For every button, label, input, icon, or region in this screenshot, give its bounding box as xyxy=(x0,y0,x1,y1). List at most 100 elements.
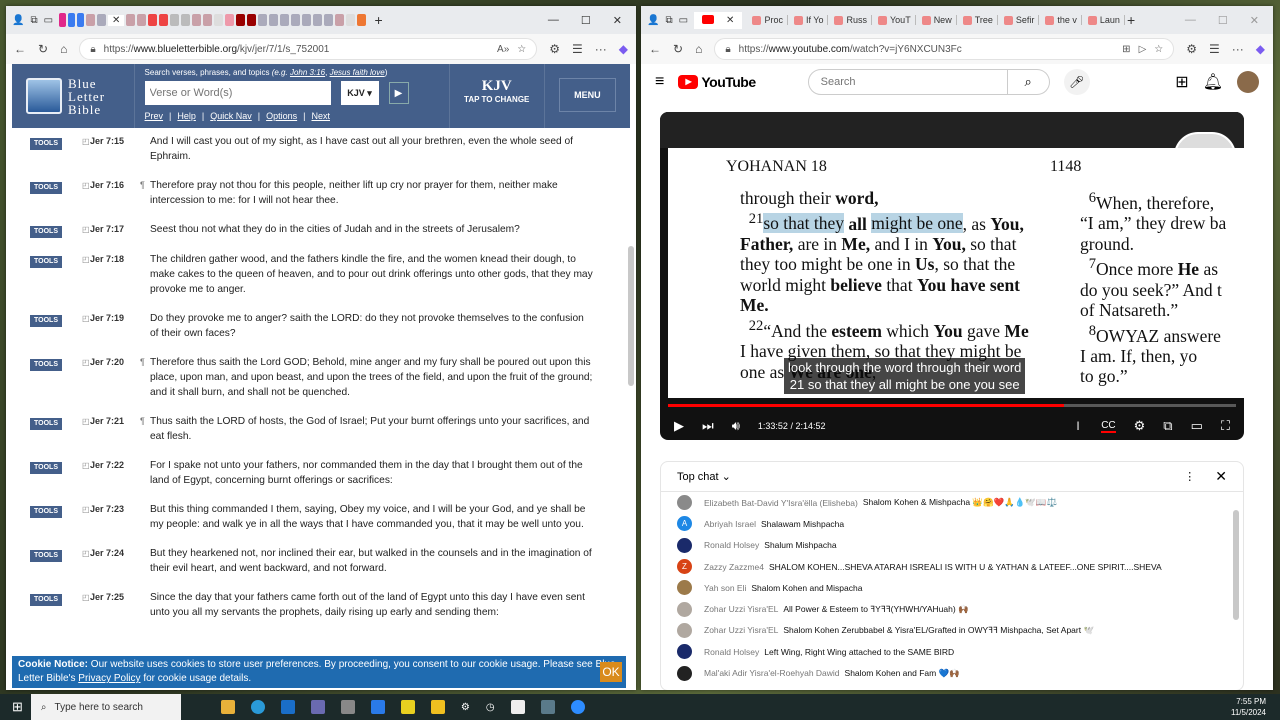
version-select[interactable]: KJV ▾ xyxy=(340,81,379,105)
chat-author[interactable]: Zohar Uzzi Yisra'EL xyxy=(704,604,778,614)
theater-mode-icon[interactable]: ▭ xyxy=(1191,418,1203,434)
chat-author[interactable]: Ronald Holsey xyxy=(704,540,759,550)
bookmark-icon[interactable]: ◰ xyxy=(82,505,90,532)
bookmark-icon[interactable]: ◰ xyxy=(82,358,90,400)
more-icon[interactable]: ··· xyxy=(595,42,607,56)
search-button[interactable]: ⌕ xyxy=(1007,69,1050,95)
next-icon[interactable]: ⏭ xyxy=(702,418,714,434)
next-link[interactable]: Next xyxy=(311,111,330,121)
verse-reference[interactable]: Jer 7:25 xyxy=(90,592,140,620)
favorite-star-icon[interactable]: ☆ xyxy=(517,44,526,55)
apps-icon[interactable]: ⊞ xyxy=(1122,44,1130,55)
bookmark-icon[interactable]: ◰ xyxy=(82,314,90,341)
avatar[interactable]: Z xyxy=(677,559,692,575)
avatar[interactable] xyxy=(677,644,692,660)
capcut-icon[interactable] xyxy=(510,700,525,714)
sticky-notes-icon[interactable] xyxy=(430,700,445,714)
bookmark-icon[interactable]: ◰ xyxy=(82,593,90,620)
avatar[interactable] xyxy=(677,495,692,511)
copilot-icon[interactable]: ◆ xyxy=(1256,42,1265,56)
active-tab[interactable]: ✕ xyxy=(694,11,743,29)
favorites-icon[interactable]: ☰ xyxy=(1209,42,1220,56)
chat-scrollbar[interactable] xyxy=(1233,510,1239,620)
tools-button[interactable]: TOOLS xyxy=(30,226,62,238)
favorite-star-icon[interactable]: ☆ xyxy=(1154,44,1163,55)
minimize-icon[interactable]: — xyxy=(548,14,559,27)
tab-strip[interactable]: ✕ + xyxy=(59,12,534,28)
back-icon[interactable]: ← xyxy=(649,42,661,56)
browser-tab[interactable]: Proc xyxy=(748,15,788,25)
tools-button[interactable]: TOOLS xyxy=(30,315,62,327)
windows-start-icon[interactable]: ⊞ xyxy=(12,699,23,715)
refresh-icon[interactable]: ↻ xyxy=(38,42,48,56)
tools-button[interactable]: TOOLS xyxy=(30,550,62,562)
chevron-down-icon[interactable]: ⌄ xyxy=(722,470,731,483)
autoplay-toggle[interactable]: ⏽ xyxy=(1073,418,1083,434)
hamburger-menu-icon[interactable]: ≡ xyxy=(655,73,664,91)
avatar[interactable] xyxy=(677,580,692,596)
edge-icon[interactable] xyxy=(250,700,265,714)
chrome-extension-icon[interactable] xyxy=(400,700,415,714)
favorites-icon[interactable]: ☰ xyxy=(572,42,583,56)
maximize-icon[interactable]: ☐ xyxy=(581,14,591,27)
system-clock[interactable]: 7:55 PM 11/5/2024 xyxy=(1231,696,1266,718)
url-field[interactable]: 🔒︎ https://www.blueletterbible.org/kjv/j… xyxy=(79,38,538,60)
extensions-icon[interactable]: ⚙ xyxy=(1186,42,1197,56)
home-icon[interactable]: ⌂ xyxy=(60,42,67,56)
tools-button[interactable]: TOOLS xyxy=(30,138,62,150)
chat-author[interactable]: Mal'aki Adir Yisra'el-Roehyah Dawid xyxy=(704,668,840,678)
verse-reference[interactable]: Jer 7:19 xyxy=(90,313,140,341)
verse-reference[interactable]: Jer 7:17 xyxy=(90,224,140,238)
read-aloud-icon[interactable]: A» xyxy=(497,44,509,55)
verse-reference[interactable]: Jer 7:21 xyxy=(90,416,140,444)
bookmark-icon[interactable]: ◰ xyxy=(82,255,90,297)
more-options-icon[interactable]: ⋮ xyxy=(1184,470,1195,483)
tab-pinned[interactable] xyxy=(68,13,76,27)
calendar-icon[interactable] xyxy=(370,700,385,714)
close-chat-icon[interactable]: ✕ xyxy=(1215,468,1227,485)
camera-icon[interactable] xyxy=(310,700,325,714)
tools-button[interactable]: TOOLS xyxy=(30,506,62,518)
chat-mode-select[interactable]: Top chat xyxy=(677,471,719,483)
bookmark-icon[interactable]: ◰ xyxy=(82,549,90,576)
avatar[interactable] xyxy=(1237,71,1259,93)
media-icon[interactable]: ▷ xyxy=(1139,44,1147,55)
tools-button[interactable]: TOOLS xyxy=(30,359,62,371)
tools-button[interactable]: TOOLS xyxy=(30,182,62,194)
browser-tab[interactable]: the v xyxy=(1041,15,1082,25)
browser-tab[interactable]: Sefir xyxy=(1000,15,1040,25)
verse-reference[interactable]: Jer 7:18 xyxy=(90,254,140,297)
chat-author[interactable]: Zazzy Zazzme4 xyxy=(704,562,764,572)
zoom-icon[interactable] xyxy=(570,700,585,714)
bookmark-icon[interactable]: ◰ xyxy=(82,225,90,238)
tools-button[interactable]: TOOLS xyxy=(30,418,62,430)
create-icon[interactable]: ⊞ xyxy=(1175,72,1188,92)
tab-actions-icon[interactable]: ▭ xyxy=(44,15,53,26)
tools-button[interactable]: TOOLS xyxy=(30,594,62,606)
chat-author[interactable]: Ronald Holsey xyxy=(704,647,759,657)
minimize-icon[interactable]: — xyxy=(1185,14,1196,27)
play-icon[interactable]: ▶ xyxy=(674,418,684,434)
avatar[interactable] xyxy=(677,601,692,617)
tab-actions-icon[interactable]: ▭ xyxy=(679,15,688,26)
home-icon[interactable]: ⌂ xyxy=(695,42,702,56)
version-change-button[interactable]: KJV TAP TO CHANGE xyxy=(450,64,545,128)
help-link[interactable]: Help xyxy=(177,111,196,121)
more-icon[interactable]: ··· xyxy=(1232,42,1244,56)
browser-tab[interactable]: If Yo xyxy=(790,15,829,25)
verse-reference[interactable]: Jer 7:22 xyxy=(90,460,140,488)
browser-tab[interactable]: Laun xyxy=(1084,15,1125,25)
settings-icon[interactable]: ⚙ xyxy=(461,702,470,713)
bookmark-icon[interactable]: ◰ xyxy=(82,137,90,164)
menu-button[interactable]: MENU xyxy=(558,78,616,112)
chat-author[interactable]: Abriyah Israel xyxy=(704,519,756,529)
new-tab-icon[interactable]: + xyxy=(374,12,382,28)
extensions-icon[interactable]: ⚙ xyxy=(549,42,560,56)
url-field[interactable]: 🔒︎ https://www.youtube.com/watch?v=jY6NX… xyxy=(714,38,1175,60)
back-icon[interactable]: ← xyxy=(14,42,26,56)
example-link[interactable]: Jesus faith love xyxy=(330,68,385,77)
chat-author[interactable]: Zohar Uzzi Yisra'EL xyxy=(704,625,778,635)
notifications-bell-icon[interactable]: 🔔︎ xyxy=(1203,72,1223,92)
tab-pinned[interactable] xyxy=(77,13,85,27)
tab-close-icon[interactable]: ✕ xyxy=(726,15,734,26)
